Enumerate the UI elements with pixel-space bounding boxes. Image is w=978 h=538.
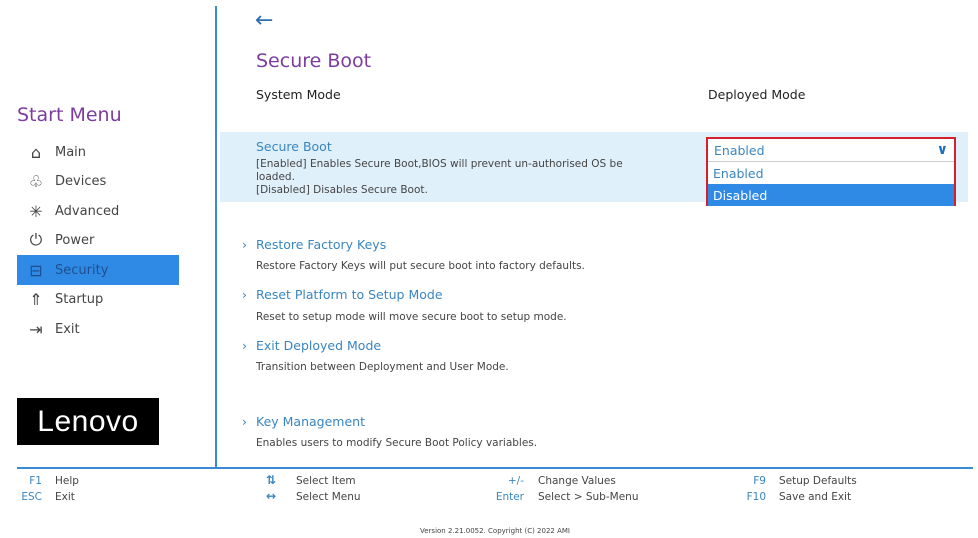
version-text: Version 2.21.0052. Copyright (C) 2022 AM… [420,527,570,535]
select-item-label: Select Item [296,475,356,487]
secure-boot-desc: loaded. [256,171,295,183]
sidebar-item-advanced[interactable]: ✳ Advanced [17,196,179,226]
sidebar-item-startup[interactable]: ⇑ Startup [17,284,179,314]
chevron-right-icon: › [242,287,247,302]
chevron-right-icon: › [242,338,247,353]
esc-key: ESC [21,491,42,503]
link-desc: Reset to setup mode will move secure boo… [256,311,567,323]
change-values-label: Change Values [538,475,616,487]
link-label: Reset Platform to Setup Mode [256,287,443,302]
reset-platform-link[interactable]: › Reset Platform to Setup Mode [242,287,443,302]
sidebar-item-label: Security [55,262,109,278]
devices-icon: ♧ [28,171,44,191]
sidebar-item-power[interactable]: ⏻ Power [17,225,179,255]
f1-key: F1 [29,475,42,487]
sidebar-item-label: Main [55,144,87,160]
lock-icon: ⊟ [29,260,43,280]
chevron-down-icon: ∨ [936,142,948,158]
sidebar-item-main[interactable]: ⌂ Main [17,137,179,167]
chevron-right-icon: › [242,237,247,252]
enter-key: Enter [495,491,524,503]
exit-deployed-mode-link[interactable]: › Exit Deployed Mode [242,338,381,353]
power-icon: ⏻ [29,230,43,249]
dropdown-value: Enabled [714,142,765,158]
sidebar-item-exit[interactable]: ⇥ Exit [17,314,179,344]
link-desc: Enables users to modify Secure Boot Poli… [256,437,538,449]
sidebar-item-label: Exit [55,321,80,337]
key-management-link[interactable]: › Key Management [242,414,365,429]
link-desc: Restore Factory Keys will put secure boo… [256,260,585,272]
link-label: Key Management [256,414,365,429]
sidebar-item-label: Power [55,232,95,248]
link-desc: Transition between Deployment and User M… [256,361,509,373]
system-mode-value: Deployed Mode [708,87,806,102]
plus-minus-key: +/- [507,475,524,487]
select-menu-label: Select Menu [296,491,361,503]
sidebar-divider [215,6,217,468]
footer-divider [17,467,973,469]
chevron-right-icon: › [242,414,247,429]
startup-icon: ⇑ [29,289,43,309]
f9-key: F9 [753,475,766,487]
page-title: Secure Boot [256,50,372,72]
link-label: Exit Deployed Mode [256,338,382,353]
secure-boot-desc: [Disabled] Disables Secure Boot. [256,184,428,196]
save-exit-label: Save and Exit [779,491,852,503]
sidebar-title: Start Menu [17,104,122,126]
sub-menu-label: Select > Sub-Menu [538,491,639,503]
home-icon: ⌂ [30,142,42,162]
esc-label: Exit [55,491,75,503]
back-arrow-icon[interactable]: ← [255,8,273,33]
f1-label: Help [55,475,79,487]
link-label: Restore Factory Keys [256,237,387,252]
up-down-arrows-icon: ⇅ [266,473,277,487]
left-right-arrows-icon: ↔ [266,489,277,503]
secure-boot-label: Secure Boot [256,139,332,154]
advanced-icon: ✳ [29,201,43,221]
setup-defaults-label: Setup Defaults [779,475,857,487]
sidebar-item-devices[interactable]: ♧ Devices [17,166,179,196]
sidebar-item-label: Devices [55,173,107,189]
dropdown-option-enabled[interactable]: Enabled [708,162,954,184]
secure-boot-dropdown[interactable]: Enabled ∨ Enabled Disabled [706,137,956,206]
lenovo-logo: Lenovo [17,398,159,445]
sidebar-item-label: Startup [55,291,104,307]
dropdown-current[interactable]: Enabled ∨ [708,139,954,162]
secure-boot-desc: [Enabled] Enables Secure Boot,BIOS will … [256,158,623,170]
restore-factory-keys-link[interactable]: › Restore Factory Keys [242,237,386,252]
dropdown-option-disabled[interactable]: Disabled [708,184,954,206]
exit-icon: ⇥ [29,319,43,339]
f10-key: F10 [746,491,766,503]
system-mode-label: System Mode [256,87,341,102]
sidebar-item-label: Advanced [55,203,120,219]
sidebar-item-security[interactable]: ⊟ Security [17,255,179,285]
